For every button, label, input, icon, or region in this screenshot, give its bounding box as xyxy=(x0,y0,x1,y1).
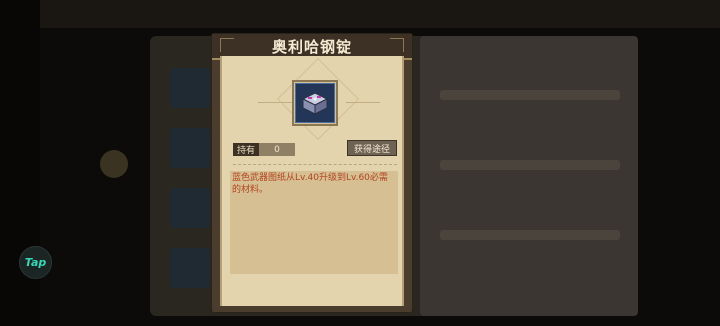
background-row xyxy=(440,230,620,240)
dialog-bottom-edge xyxy=(220,306,404,312)
item-description: 蓝色武器图纸从Lv.40升级到Lv.60必需的材料。 xyxy=(232,173,388,195)
tap-floating-button[interactable]: Tap xyxy=(19,246,52,279)
tap-label: Tap xyxy=(24,256,47,269)
item-icon-frame xyxy=(292,80,338,126)
background-row xyxy=(440,90,620,100)
background-glow xyxy=(100,150,128,178)
background-row xyxy=(440,160,620,170)
background-panel-right xyxy=(420,36,638,316)
background-top-bar xyxy=(40,0,720,28)
item-name: 奥利哈钢锭 xyxy=(271,37,352,56)
owned-label: 持有 xyxy=(233,143,259,156)
corner-ornament-icon xyxy=(390,38,404,52)
background-slot xyxy=(170,188,210,228)
corner-ornament-icon xyxy=(220,38,234,52)
description-box: 蓝色武器图纸从Lv.40升级到Lv.60必需的材料。 xyxy=(230,171,398,274)
item-detail-dialog: 奥利哈钢锭 持有 0 获得途径 蓝色武器图纸从Lv.40升级到Lv.60必需的材… xyxy=(212,34,412,312)
owned-count: 0 xyxy=(259,143,295,156)
background-slot xyxy=(170,248,210,288)
background-slot xyxy=(170,68,210,108)
ingot-chest-icon xyxy=(295,83,335,123)
obtain-method-button[interactable]: 获得途径 xyxy=(347,140,397,156)
dashed-divider xyxy=(233,164,397,165)
background-slot xyxy=(170,128,210,168)
owned-count-row: 持有 0 xyxy=(233,143,295,156)
